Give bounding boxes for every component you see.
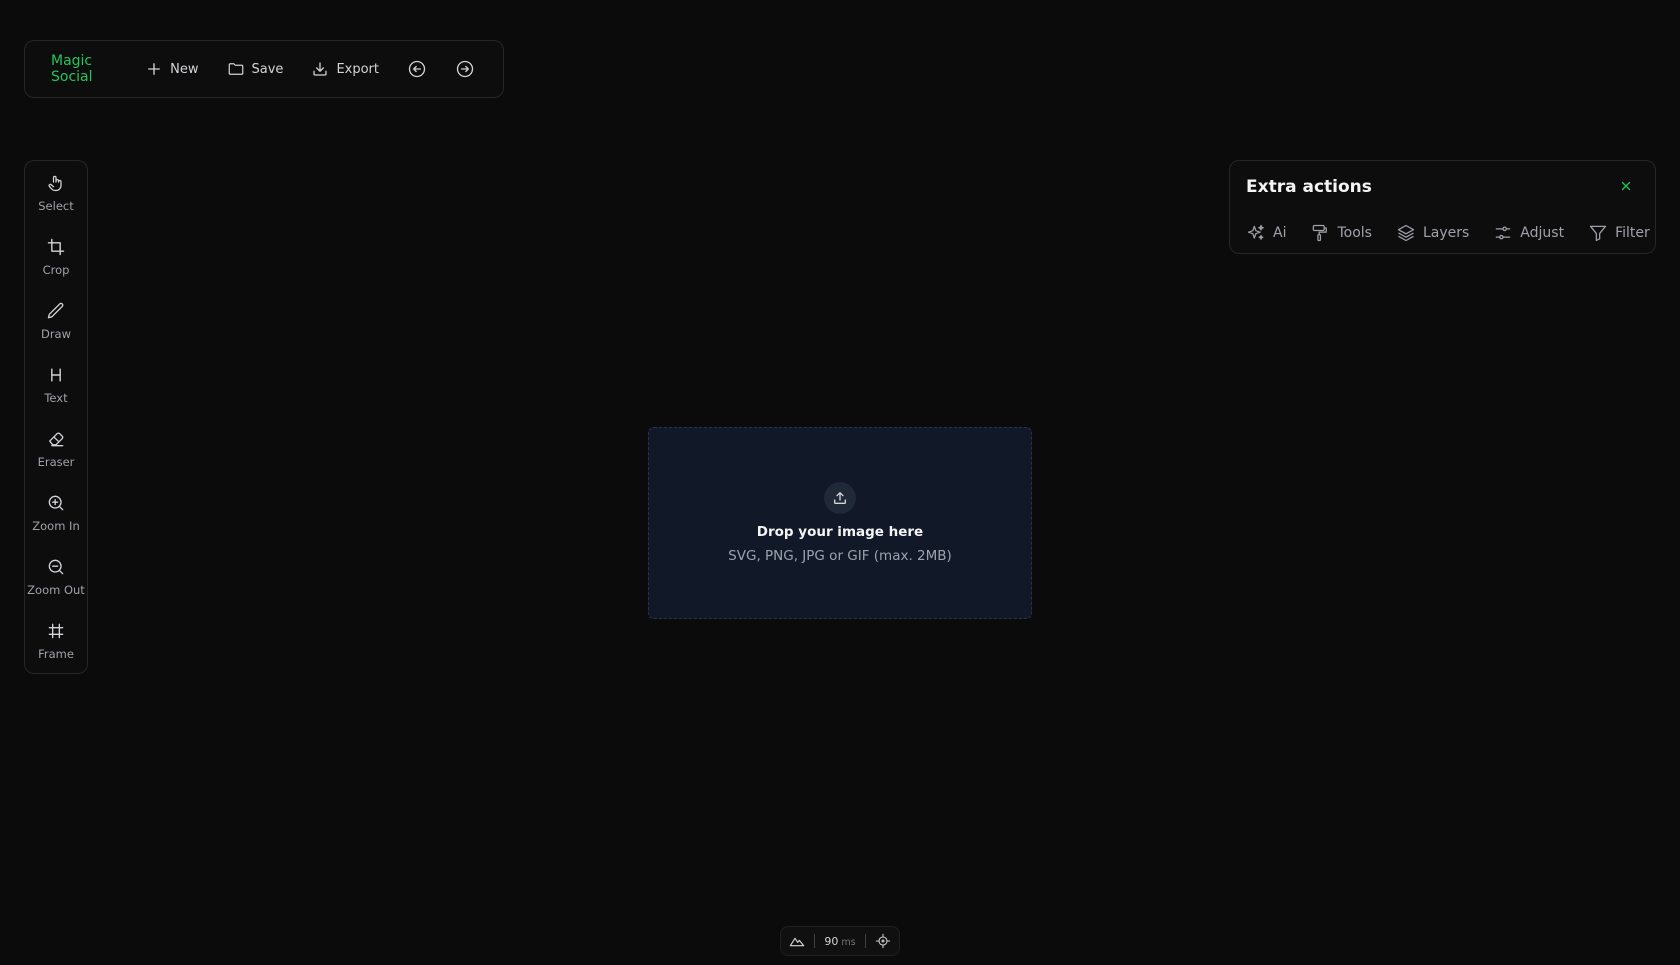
dropzone-subtitle: SVG, PNG, JPG or GIF (max. 2MB): [728, 548, 952, 564]
tool-frame-label: Frame: [38, 647, 74, 661]
tool-select[interactable]: Select: [25, 171, 87, 235]
tool-zoom-in[interactable]: Zoom In: [25, 491, 87, 555]
eraser-icon: [49, 432, 64, 447]
upload-button[interactable]: [824, 482, 856, 514]
sparkles-icon: [1247, 224, 1264, 240]
tool-frame[interactable]: Frame: [25, 619, 87, 683]
tab-tools-label: Tools: [1337, 225, 1372, 241]
tab-layers-label: Layers: [1422, 225, 1470, 241]
mountain-icon[interactable]: [789, 933, 805, 949]
render-time-unit: ms: [841, 936, 856, 948]
tab-adjust-label: Adjust: [1520, 225, 1565, 241]
render-time: 90 ms: [824, 935, 855, 948]
tab-ai-label: Ai: [1273, 225, 1287, 241]
pencil-icon: [47, 302, 64, 319]
tool-zoom-out-label: Zoom Out: [27, 583, 85, 597]
tab-adjust[interactable]: Adjust: [1493, 223, 1564, 243]
paint-roller-icon: [1313, 224, 1328, 242]
crop-icon: [47, 238, 65, 256]
undo-button[interactable]: [407, 59, 427, 79]
tab-filter[interactable]: Filter: [1588, 223, 1650, 243]
tool-text[interactable]: Text: [25, 363, 87, 427]
zoom-out-icon: [48, 559, 64, 575]
folder-icon: [228, 63, 243, 75]
tool-panel: Select Crop Draw Text Eraser Zoom In Zoo…: [24, 160, 88, 674]
top-toolbar: Magic Social New Save Export: [24, 40, 504, 98]
tool-draw-label: Draw: [40, 327, 72, 341]
save-button[interactable]: Save: [227, 60, 284, 78]
tool-crop-label: Crop: [42, 263, 70, 277]
export-button-label: Export: [336, 61, 379, 77]
status-bar: 90 ms: [780, 926, 900, 956]
crosshair-icon[interactable]: [875, 933, 891, 949]
new-button[interactable]: New: [145, 60, 199, 78]
download-icon: [313, 62, 328, 76]
tool-zoom-out[interactable]: Zoom Out: [25, 555, 87, 619]
tool-select-label: Select: [38, 199, 74, 213]
extra-actions-panel: Extra actions Ai Tools Layers Adjust Fil…: [1229, 160, 1656, 254]
status-divider: [814, 934, 816, 948]
upload-icon: [834, 492, 846, 504]
export-button[interactable]: Export: [311, 60, 379, 78]
dropzone-title: Drop your image here: [756, 524, 924, 540]
layers-icon: [1397, 224, 1415, 242]
extra-actions-tabs: Ai Tools Layers Adjust Filter: [1246, 223, 1650, 243]
extra-actions-title: Extra actions: [1246, 177, 1372, 197]
redo-button[interactable]: [455, 59, 475, 79]
tab-ai[interactable]: Ai: [1246, 223, 1286, 243]
tab-layers[interactable]: Layers: [1396, 223, 1469, 243]
sliders-icon: [1496, 226, 1511, 240]
tool-eraser[interactable]: Eraser: [25, 427, 87, 491]
tab-filter-label: Filter: [1615, 225, 1650, 241]
save-button-label: Save: [251, 61, 284, 77]
tool-text-label: Text: [44, 391, 68, 405]
render-time-value: 90: [824, 934, 839, 948]
hand-pointer-icon: [48, 175, 62, 192]
brand-name[interactable]: Magic Social: [51, 53, 115, 85]
filter-icon: [1589, 225, 1607, 242]
close-icon[interactable]: [1619, 179, 1633, 193]
heading-icon: [51, 368, 61, 382]
arrow-left-circle-icon: [408, 60, 426, 78]
tool-crop[interactable]: Crop: [25, 235, 87, 299]
tab-tools[interactable]: Tools: [1310, 223, 1372, 243]
image-dropzone[interactable]: Drop your image here SVG, PNG, JPG or GI…: [648, 427, 1032, 619]
tool-eraser-label: Eraser: [37, 455, 75, 469]
plus-icon: [148, 63, 161, 75]
tool-zoom-in-label: Zoom In: [32, 519, 80, 533]
arrow-right-circle-icon: [456, 60, 474, 78]
zoom-in-icon: [48, 495, 64, 511]
status-divider: [864, 934, 866, 948]
tool-draw[interactable]: Draw: [25, 299, 87, 363]
frame-icon: [48, 623, 64, 639]
new-button-label: New: [170, 61, 199, 77]
